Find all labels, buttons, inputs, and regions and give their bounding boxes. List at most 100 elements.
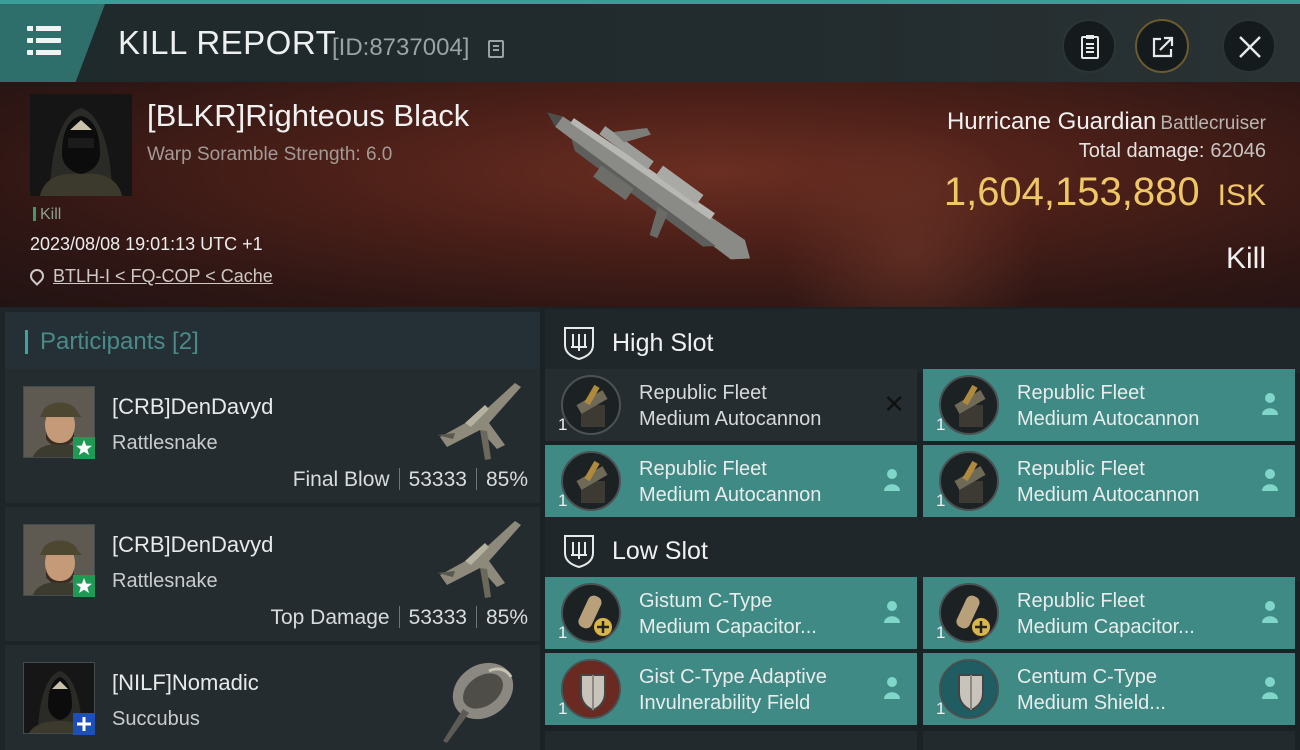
dropped-person-icon	[884, 469, 900, 491]
map-pin-icon	[27, 266, 47, 286]
dropped-person-icon	[1262, 469, 1278, 491]
module-quantity: 1	[936, 699, 946, 718]
victim-banner: [BLKR]Righteous Black Warp Soramble Stre…	[0, 82, 1300, 307]
participant-name: [NILF]Nomadic	[112, 670, 259, 695]
ship-name: Hurricane Guardian	[946, 108, 1157, 135]
participant-ship-image	[437, 383, 521, 460]
victim-name: [BLKR]Righteous Black	[147, 98, 470, 133]
module-item-partial[interactable]	[545, 731, 917, 750]
participant-ship-image	[437, 521, 521, 598]
ship-class: Battlecruiser	[1160, 113, 1266, 134]
share-button[interactable]	[1135, 19, 1189, 73]
dropped-person-icon	[1262, 601, 1278, 623]
low-slot-label: Low Slot	[612, 537, 708, 565]
copy-icon[interactable]	[488, 40, 504, 58]
dropped-person-icon	[1262, 393, 1278, 415]
location-link[interactable]: BTLH-I < FQ-COP < Cache	[27, 266, 273, 287]
dropped-person-icon	[884, 677, 900, 699]
participants-panel: Participants [2] [CRB]DenDavyd Rattlesna…	[0, 307, 540, 750]
module-name: Gist C-Type Adaptive Invulnerability Fiel…	[639, 666, 827, 714]
close-icon	[1239, 36, 1261, 58]
close-button[interactable]	[1222, 19, 1276, 73]
module-name: Republic Fleet Medium Autocannon	[639, 458, 822, 506]
autocannon-icon	[561, 451, 621, 511]
total-damage: Total damage: 62046	[1079, 140, 1266, 163]
victim-ship: Hurricane Guardian Battlecruiser	[947, 108, 1266, 136]
participant-row[interactable]: [CRB]DenDavyd Rattlesnake Final Blow 5333…	[5, 369, 540, 503]
dropped-person-icon	[1262, 677, 1278, 699]
top-bar: KILL REPORT [ID:8737004]	[0, 0, 1300, 82]
module-item[interactable]: 1 Republic Fleet Medium Autocannon	[923, 369, 1295, 441]
shield-module-icon	[561, 659, 621, 719]
location-text: BTLH-I < FQ-COP < Cache	[53, 266, 273, 286]
participant-percent: 85%	[485, 468, 528, 491]
module-quantity: 1	[558, 491, 568, 510]
module-quantity: 1	[558, 623, 568, 642]
module-quantity: 1	[558, 699, 568, 718]
low-slot-icon	[564, 535, 594, 569]
participant-name: [CRB]DenDavyd	[112, 394, 274, 419]
menu-button[interactable]	[0, 4, 105, 82]
participant-damage: 53333	[408, 606, 467, 629]
participant-stats: Top Damage 53333 85%	[270, 606, 528, 630]
participant-row[interactable]: [NILF]Nomadic Succubus	[5, 645, 540, 750]
module-item[interactable]: 1 Centum C-Type Medium Shield...	[923, 653, 1295, 725]
notes-button[interactable]	[1062, 19, 1116, 73]
autocannon-icon	[561, 375, 621, 435]
victim-ship-image	[547, 112, 751, 260]
module-quantity: 1	[936, 491, 946, 510]
capacitor-icon	[561, 583, 621, 643]
participant-role: Final Blow	[292, 468, 390, 491]
participant-stats: Final Blow 53333 85%	[293, 468, 528, 492]
participant-damage: 53333	[408, 468, 467, 491]
participant-role: Top Damage	[270, 606, 390, 629]
module-item[interactable]: 1 Republic Fleet Medium Autocannon ✕	[545, 369, 917, 441]
clipboard-icon	[1081, 35, 1099, 59]
module-name: Republic Fleet Medium Autocannon	[639, 382, 822, 430]
autocannon-icon	[939, 375, 999, 435]
participant-ship: Rattlesnake	[112, 432, 218, 454]
result-label: Kill	[1225, 242, 1266, 275]
star-badge-icon	[73, 575, 95, 597]
high-slot-icon	[564, 327, 594, 361]
module-quantity: 1	[936, 623, 946, 642]
victim-subtitle: Warp Soramble Strength: 6.0	[147, 144, 393, 165]
autocannon-icon	[939, 451, 999, 511]
high-slot-label: High Slot	[612, 329, 714, 357]
module-item[interactable]: 1 Gist C-Type Adaptive Invulnerability Fi…	[545, 653, 917, 725]
low-slot-header: Low Slot	[545, 517, 1300, 581]
participant-ship: Succubus	[112, 708, 200, 730]
module-quantity: 1	[936, 415, 946, 434]
report-id: [ID:8737004]	[332, 34, 470, 61]
total-damage-value: 62046	[1210, 140, 1266, 162]
participant-row[interactable]: [CRB]DenDavyd Rattlesnake Top Damage 5333…	[5, 507, 540, 641]
star-badge-icon	[73, 437, 95, 459]
participants-header: Participants [2]	[5, 312, 540, 372]
kill-timestamp: 2023/08/08 19:01:13 UTC +1	[30, 234, 263, 254]
high-slot-header: High Slot	[545, 309, 1300, 373]
isk-amount: 1,604,153,880	[943, 170, 1200, 214]
module-item[interactable]: 1 Republic Fleet Medium Autocannon	[545, 445, 917, 517]
destroyed-x-icon: ✕	[883, 389, 905, 419]
page-title: KILL REPORT	[118, 24, 337, 61]
module-item[interactable]: 1 Republic Fleet Medium Autocannon	[923, 445, 1295, 517]
module-item[interactable]: 1 Republic Fleet Medium Capacitor...	[923, 577, 1295, 649]
isk-value: 1,604,153,880 ISK	[944, 170, 1266, 215]
module-name: Centum C-Type Medium Shield...	[1017, 666, 1166, 714]
participant-ship: Rattlesnake	[112, 570, 218, 592]
victim-avatar[interactable]	[30, 94, 132, 196]
dropped-person-icon	[884, 601, 900, 623]
participant-ship-image	[443, 662, 514, 743]
fitting-panel: High Slot 1 Republic Fleet Medium Autocan…	[540, 307, 1300, 750]
module-item-partial[interactable]	[923, 731, 1295, 750]
participant-name: [CRB]DenDavyd	[112, 532, 274, 557]
module-item[interactable]: 1 Gistum C-Type Medium Capacitor...	[545, 577, 917, 649]
module-name: Republic Fleet Medium Autocannon	[1017, 458, 1200, 506]
shield-module-icon	[939, 659, 999, 719]
module-name: Republic Fleet Medium Capacitor...	[1017, 590, 1195, 638]
module-name: Gistum C-Type Medium Capacitor...	[639, 590, 817, 638]
isk-unit: ISK	[1217, 179, 1266, 212]
share-icon	[1152, 36, 1174, 58]
module-quantity: 1	[558, 415, 568, 434]
total-damage-label: Total damage:	[1078, 140, 1205, 162]
